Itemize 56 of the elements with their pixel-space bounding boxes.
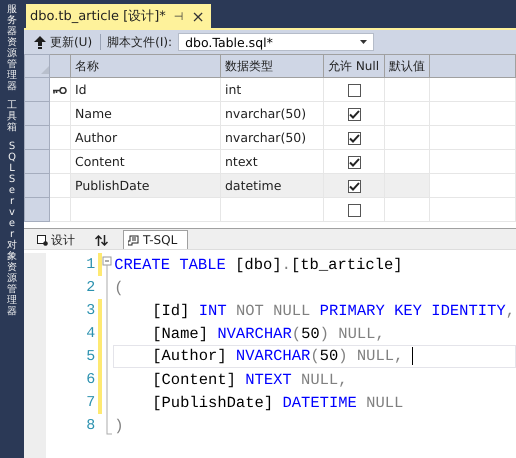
- up-arrow-icon: [34, 36, 46, 48]
- data-type-cell: datetime: [225, 178, 282, 193]
- code-line: [Id] INT NOT NULL PRIMARY KEY IDENTITY,: [152, 302, 515, 320]
- column-name-cell: Author: [75, 130, 118, 145]
- code-line: (: [114, 278, 124, 296]
- column-name-cell: Content: [75, 154, 125, 169]
- side-panel-tab[interactable]: SQL Server 对象资源管理器: [7, 141, 17, 317]
- key-icon: [53, 86, 67, 94]
- code-editor[interactable]: 1 2 3 4 5 6 7 8 CREATE TABLE [dbo].[tb_article] ( [Id] INT NOT NULL PRIMARY KEY IDENTITY, [Name] NVARCHAR(50) NULL, [Author] NVARCHAR(50) NULL, [Content] NTEXT NULL, [PublishDate] DATETIME NULL ): [24, 249, 516, 458]
- allow-null-checkbox[interactable]: [348, 108, 360, 122]
- line-number: 2: [86, 279, 96, 296]
- document-tab[interactable]: dbo.tb_article [设计]* ⊣ ×: [26, 4, 211, 28]
- allow-null-checkbox[interactable]: [348, 132, 360, 146]
- document-title: dbo.tb_article [设计]*: [30, 8, 166, 25]
- column-header[interactable]: 数据类型: [220, 54, 324, 78]
- code-line: [Content] NTEXT NULL,: [152, 370, 348, 388]
- design-icon: [37, 234, 48, 246]
- close-button[interactable]: ×: [191, 6, 205, 26]
- line-number: 4: [86, 325, 96, 342]
- allow-null-checkbox[interactable]: [348, 180, 360, 194]
- update-button[interactable]: 更新(U): [32, 34, 94, 50]
- allow-null-checkbox[interactable]: [348, 204, 360, 218]
- side-panel-tab[interactable]: 工具箱: [7, 100, 17, 133]
- data-type-cell: ntext: [225, 154, 258, 169]
- line-number: 8: [86, 417, 96, 434]
- view-tab[interactable]: 设计: [32, 230, 86, 249]
- line-number: 3: [86, 302, 96, 319]
- column-header[interactable]: 默认值: [384, 54, 430, 78]
- column-name-cell: Id: [75, 82, 87, 97]
- corner-triangle-icon: [41, 66, 49, 74]
- line-number: 5: [86, 348, 96, 365]
- data-type-cell: nvarchar(50): [225, 106, 306, 121]
- line-number: 1: [86, 256, 96, 273]
- allow-null-checkbox[interactable]: [348, 156, 360, 170]
- code-line: [Author] NVARCHAR(50) NULL,: [152, 347, 414, 366]
- column-header[interactable]: 允许 Null: [324, 54, 384, 78]
- data-type-cell: nvarchar(50): [225, 130, 306, 145]
- column-name-cell: PublishDate: [75, 178, 150, 193]
- column-header[interactable]: 名称: [70, 54, 220, 78]
- allow-null-checkbox[interactable]: [348, 84, 360, 98]
- line-number: 7: [86, 394, 96, 411]
- data-type-cell: int: [225, 82, 242, 97]
- code-line: ): [114, 416, 124, 434]
- line-number: 6: [86, 371, 96, 388]
- view-tab[interactable]: T-SQL: [123, 230, 188, 249]
- code-line: [Name] NVARCHAR(50) NULL,: [152, 324, 385, 342]
- code-line: CREATE TABLE [dbo].[tb_article]: [114, 256, 403, 274]
- script-icon: [128, 234, 140, 246]
- swap-arrows-icon: [95, 234, 108, 246]
- script-file-label: 脚本文件(I):: [107, 34, 172, 50]
- script-file-dropdown[interactable]: dbo.Table.sql*: [178, 33, 374, 51]
- pin-button[interactable]: ⊣: [174, 10, 184, 22]
- side-panel-tab[interactable]: 服务器资源管理器: [7, 4, 17, 92]
- caret-icon: [360, 40, 368, 44]
- column-name-cell: Name: [75, 106, 112, 121]
- code-line: [PublishDate] DATETIME NULL: [152, 394, 404, 412]
